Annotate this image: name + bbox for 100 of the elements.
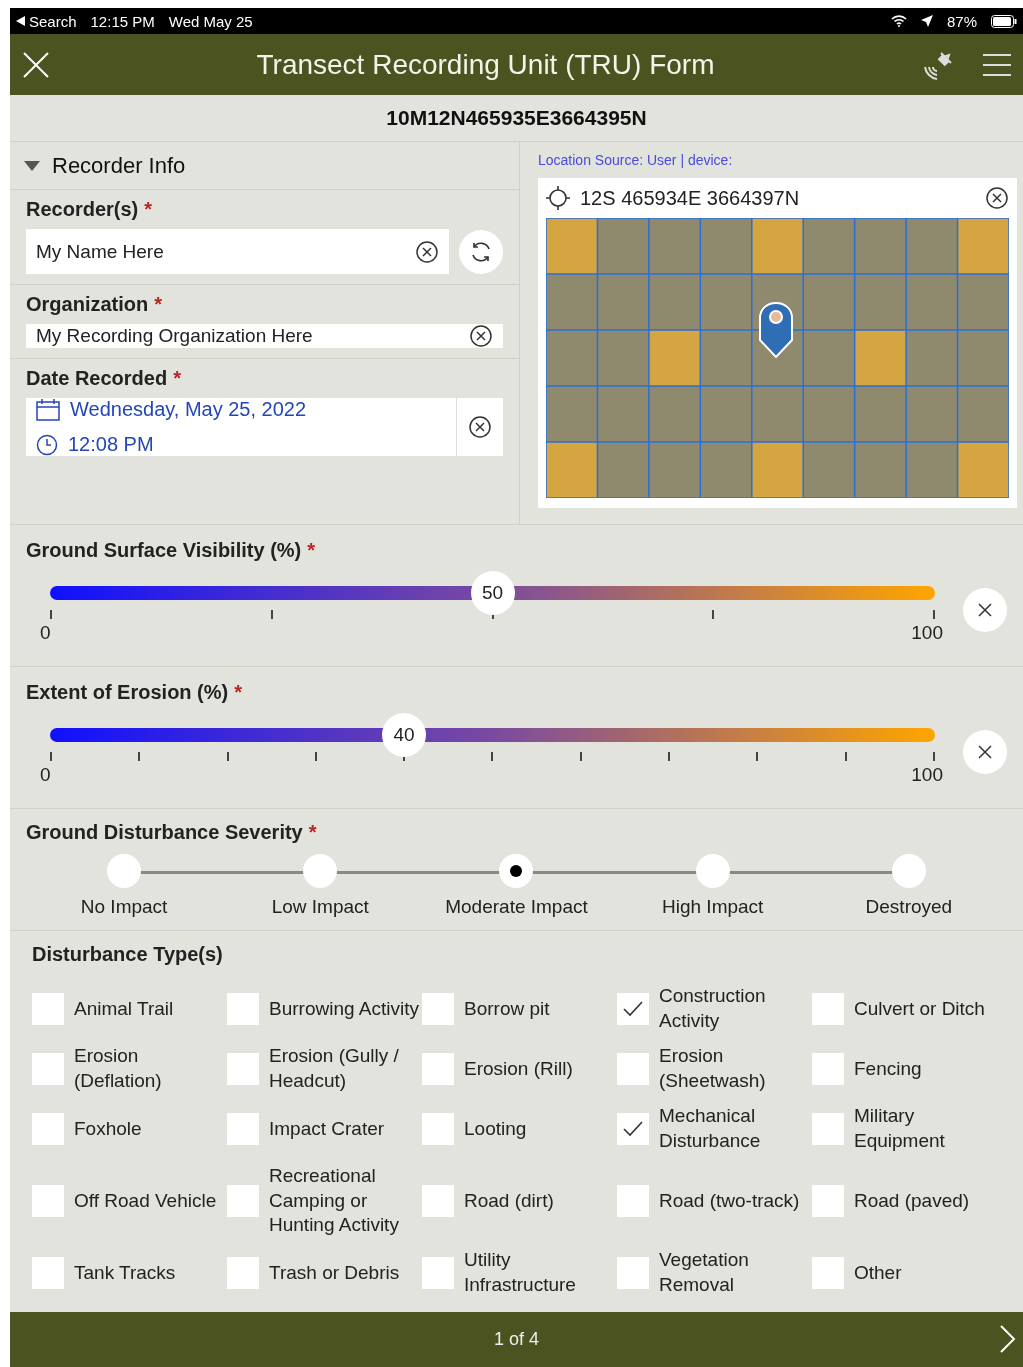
checkmark-icon: [623, 1001, 643, 1017]
checkbox-label: Off Road Vehicle: [74, 1188, 217, 1213]
recorder-input[interactable]: My Name Here: [26, 229, 449, 274]
checkbox-label: Tank Tracks: [74, 1260, 176, 1285]
checkbox-label: Trash or Debris: [269, 1260, 400, 1285]
checkbox-label: Road (two-track): [659, 1188, 800, 1213]
close-icon: [976, 743, 994, 761]
record-id: 10M12N465935E3664395N: [10, 95, 1023, 142]
checkbox-label: Erosion (Rill): [464, 1056, 573, 1081]
checkmark-icon: [623, 1121, 643, 1137]
wifi-icon: [890, 15, 907, 27]
checkbox[interactable]: [422, 1113, 454, 1145]
checkbox-label: Borrow pit: [464, 996, 550, 1021]
close-icon: [976, 601, 994, 619]
checkbox[interactable]: [32, 993, 64, 1025]
checkbox-label: Military Equipment: [854, 1104, 946, 1153]
checkbox[interactable]: [32, 1185, 64, 1218]
checkbox[interactable]: [227, 993, 259, 1025]
location-arrow-icon: [920, 15, 933, 27]
menu-icon[interactable]: [981, 51, 1011, 78]
checkbox-label: Mechanical Disturbance: [659, 1104, 762, 1153]
checkbox-label: Foxhole: [74, 1116, 142, 1141]
checkbox-label: Vegetation Removal: [659, 1248, 750, 1298]
checkbox-label: Other: [854, 1260, 902, 1285]
checkbox-label: Animal Trail: [74, 996, 174, 1021]
checkbox[interactable]: [32, 1257, 64, 1290]
severity-label: Low Impact: [271, 896, 369, 918]
severity-label: No Impact: [80, 896, 168, 918]
checkbox-label: Fencing: [854, 1056, 922, 1081]
section-header[interactable]: Recorder Info: [10, 142, 519, 190]
checkbox[interactable]: [227, 1185, 259, 1218]
highlighted-grid-cell: [546, 442, 598, 498]
clear-icon: [469, 324, 493, 348]
severity-label: Moderate Impact: [445, 896, 588, 918]
slider-thumb[interactable]: 50: [470, 571, 515, 615]
checkbox-label: Construction Activity: [659, 984, 767, 1033]
checkbox[interactable]: [422, 993, 454, 1025]
severity-radio[interactable]: [107, 854, 142, 888]
checkbox-label: Erosion (Gully / Headcut): [269, 1044, 400, 1093]
highlighted-grid-cell: [546, 218, 598, 274]
checkbox[interactable]: [422, 1257, 454, 1290]
clear-icon: [985, 186, 1009, 210]
map-pin-icon: [758, 302, 793, 358]
checkbox[interactable]: [812, 1113, 844, 1145]
checkbox[interactable]: [227, 1053, 259, 1085]
checkbox[interactable]: [422, 1053, 454, 1085]
back-link[interactable]: Search: [16, 12, 77, 30]
checkbox[interactable]: [617, 993, 649, 1025]
checkbox[interactable]: [812, 1257, 844, 1290]
field-label: Organization *: [26, 293, 164, 316]
severity-radio[interactable]: [499, 854, 534, 888]
checkbox[interactable]: [617, 1053, 649, 1085]
slider-track[interactable]: 40: [50, 713, 935, 757]
checkbox-label: Recreational Camping or Hunting Activity: [269, 1164, 400, 1238]
highlighted-grid-cell: [957, 442, 1009, 498]
next-page-button[interactable]: [999, 1324, 1017, 1354]
checkbox[interactable]: [812, 993, 844, 1025]
checkbox-label: Erosion (Deflation): [74, 1044, 163, 1093]
organization-input[interactable]: My Recording Organization Here: [26, 324, 503, 348]
checkbox[interactable]: [32, 1053, 64, 1085]
checkbox[interactable]: [812, 1053, 844, 1085]
highlighted-grid-cell: [751, 442, 804, 498]
checkbox[interactable]: [812, 1185, 844, 1218]
page-indicator: 1 of 4: [493, 1329, 539, 1350]
slider-thumb[interactable]: 40: [382, 713, 426, 757]
checkbox-label: Looting: [464, 1116, 527, 1141]
date-value[interactable]: Wednesday, May 25, 2022: [70, 398, 307, 421]
checkbox-label: Erosion (Sheetwash): [659, 1044, 767, 1093]
field-label: Ground Disturbance Severity *: [26, 821, 318, 844]
highlighted-grid-cell: [957, 218, 1009, 274]
checkbox[interactable]: [617, 1185, 649, 1218]
time-value[interactable]: 12:08 PM: [68, 433, 154, 456]
highlighted-grid-cell: [648, 330, 701, 386]
slider-min-label: 0: [40, 622, 51, 644]
checkbox[interactable]: [617, 1113, 649, 1145]
checkbox[interactable]: [227, 1113, 259, 1145]
refresh-button[interactable]: [459, 229, 503, 274]
field-label: Recorder(s) *: [26, 198, 154, 221]
checkbox[interactable]: [617, 1257, 649, 1290]
battery-percent: 87%: [946, 12, 977, 30]
satellite-map-placeholder[interactable]: [546, 218, 1009, 498]
checkbox[interactable]: [32, 1113, 64, 1145]
severity-radio[interactable]: [695, 854, 730, 888]
clear-icon: [468, 415, 492, 439]
checkbox-label: Road (paved): [854, 1188, 970, 1213]
slider-min-label: 0: [40, 764, 51, 786]
crosshair-icon: [546, 186, 570, 210]
checkbox-label: Utility Infrastructure: [464, 1248, 577, 1298]
severity-radio[interactable]: [303, 854, 338, 888]
field-label: Extent of Erosion (%) *: [26, 681, 244, 704]
close-button[interactable]: [22, 50, 50, 79]
slider-max-label: 100: [911, 764, 943, 786]
severity-radio[interactable]: [891, 854, 926, 888]
checkbox[interactable]: [422, 1185, 454, 1218]
checkbox[interactable]: [227, 1257, 259, 1290]
severity-label: Destroyed: [865, 896, 953, 918]
highlighted-grid-cell: [854, 330, 907, 386]
field-label: Ground Surface Visibility (%) *: [26, 539, 317, 562]
slider-track[interactable]: 50: [50, 571, 935, 615]
slider-max-label: 100: [911, 622, 943, 644]
